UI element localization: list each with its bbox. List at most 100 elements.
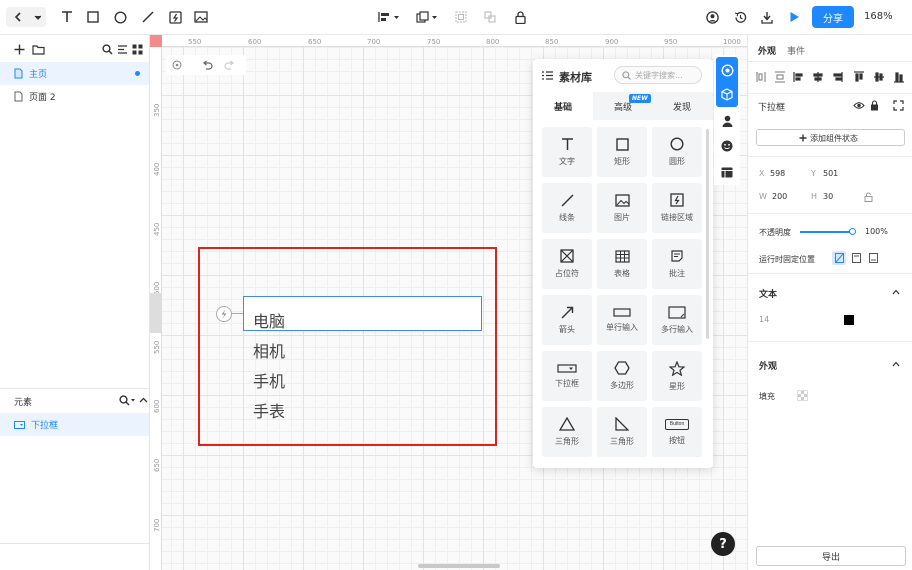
x-input[interactable]: 598 <box>770 169 785 178</box>
lock-button[interactable] <box>509 7 531 27</box>
preview-button[interactable] <box>783 7 805 27</box>
search-pages-button[interactable] <box>101 42 113 56</box>
group-button[interactable] <box>450 7 472 27</box>
export-button[interactable]: 导出 <box>756 546 906 566</box>
asset-multi-line-input[interactable]: 多行输入 <box>652 295 702 345</box>
asset-image[interactable]: 图片 <box>597 183 647 233</box>
share-button[interactable]: 分享 <box>812 6 854 28</box>
redo-button[interactable] <box>222 59 236 71</box>
rail-cube-button[interactable] <box>718 85 736 103</box>
lock-icon[interactable] <box>870 100 879 111</box>
download-button[interactable] <box>756 7 778 27</box>
fullscreen-icon[interactable] <box>893 100 904 111</box>
eye-icon[interactable] <box>853 101 865 110</box>
line-tool-button[interactable] <box>137 7 159 27</box>
rail-person-button[interactable] <box>718 112 736 130</box>
dropdown-option-selected[interactable]: 电脑 <box>253 308 285 332</box>
grid-view-button[interactable] <box>131 42 143 56</box>
aspect-lock-icon[interactable] <box>864 192 873 202</box>
link-area-tool-button[interactable] <box>164 7 186 27</box>
asset-triangle[interactable]: 三角形 <box>542 407 592 457</box>
asset-annotation[interactable]: 批注 <box>652 239 702 289</box>
asset-dropdown[interactable]: 下拉框 <box>542 351 592 401</box>
tab-advanced[interactable]: 高级 NEW <box>593 92 653 120</box>
asset-star[interactable]: 星形 <box>652 351 702 401</box>
rectangle-tool-button[interactable] <box>82 7 104 27</box>
add-component-state-button[interactable]: 添加组件状态 <box>756 129 905 146</box>
asset-line[interactable]: 线条 <box>542 183 592 233</box>
fill-color-swatch[interactable] <box>797 390 808 401</box>
text-tool-button[interactable] <box>56 7 78 27</box>
opacity-slider-handle[interactable] <box>849 228 856 235</box>
interaction-trigger-button[interactable] <box>216 306 232 322</box>
fixed-none-button[interactable] <box>832 251 846 265</box>
asset-single-line-input[interactable]: 单行输入 <box>597 295 647 345</box>
opacity-value[interactable]: 100% <box>865 227 888 236</box>
asset-rectangle[interactable]: 矩形 <box>597 127 647 177</box>
tab-appearance[interactable]: 外观 <box>758 44 776 57</box>
zoom-level-dropdown[interactable]: 168% <box>864 11 893 22</box>
asset-table[interactable]: 表格 <box>597 239 647 289</box>
alignment-toolbar-icons[interactable] <box>756 71 906 83</box>
rail-template-button[interactable] <box>718 163 736 181</box>
asset-arrow[interactable]: 箭头 <box>542 295 592 345</box>
search-elements-button[interactable] <box>117 394 137 406</box>
fixed-top-button[interactable] <box>849 251 863 265</box>
collapse-elements-button[interactable] <box>138 394 148 406</box>
height-input[interactable]: 30 <box>823 192 833 201</box>
circle-tool-button[interactable] <box>109 7 131 27</box>
align-dropdown-button[interactable] <box>376 7 402 27</box>
dropdown-option[interactable]: 相机 <box>253 338 285 362</box>
help-button[interactable]: ? <box>711 532 735 556</box>
dropdown-option[interactable]: 手表 <box>253 398 285 422</box>
tab-basic[interactable]: 基础 <box>533 92 593 120</box>
rail-components-button[interactable] <box>718 61 736 79</box>
add-page-button[interactable] <box>12 42 26 56</box>
horizontal-scrollbar[interactable] <box>418 564 500 568</box>
page-item-home[interactable]: 主页 <box>0 62 149 85</box>
rail-emoji-button[interactable] <box>718 137 736 155</box>
fixed-bottom-button[interactable] <box>866 251 880 265</box>
ungroup-button[interactable] <box>479 7 501 27</box>
h-label: H <box>811 192 818 201</box>
asset-right-triangle[interactable]: 三角形 <box>597 407 647 457</box>
asset-polygon[interactable]: 多边形 <box>597 351 647 401</box>
lightning-box-icon <box>168 10 182 24</box>
tab-discover[interactable]: 发现 <box>653 92 713 120</box>
asset-button[interactable]: Button 按钮 <box>652 407 702 457</box>
font-size-input[interactable]: 14 <box>759 315 769 324</box>
asset-text[interactable]: 文字 <box>542 127 592 177</box>
arrange-dropdown-button[interactable] <box>414 7 440 27</box>
target-icon <box>172 60 182 70</box>
asset-category-rail <box>714 55 740 185</box>
width-input[interactable]: 200 <box>772 192 787 201</box>
asset-label: 线条 <box>559 212 575 222</box>
dropdown-option[interactable]: 手机 <box>253 368 285 392</box>
back-dropdown-button[interactable] <box>6 7 46 27</box>
history-button[interactable] <box>729 7 751 27</box>
chevron-up-icon[interactable] <box>892 289 900 295</box>
opacity-slider[interactable] <box>800 228 856 235</box>
y-input[interactable]: 501 <box>823 169 838 178</box>
opacity-slider-fill <box>800 231 853 233</box>
asset-scrollbar[interactable] <box>706 129 709 339</box>
target-button[interactable] <box>170 59 184 71</box>
asset-placeholder[interactable]: 占位符 <box>542 239 592 289</box>
x-label: X <box>759 169 765 178</box>
asset-search-input[interactable]: 关键字搜索... <box>614 66 702 84</box>
text-color-swatch[interactable] <box>844 315 854 325</box>
element-item-dropdown[interactable]: 下拉框 <box>0 413 149 436</box>
tab-events[interactable]: 事件 <box>787 44 805 57</box>
grid-icon <box>132 44 142 54</box>
undo-button[interactable] <box>200 59 214 71</box>
account-button[interactable] <box>701 7 723 27</box>
add-folder-button[interactable] <box>31 42 45 56</box>
asset-link-area[interactable]: 链接区域 <box>652 183 702 233</box>
asset-circle[interactable]: 圆形 <box>652 127 702 177</box>
horizontal-ruler: 550 600 650 700 750 800 850 900 950 1000 <box>150 35 747 47</box>
page-item-page2[interactable]: 页面 2 <box>0 85 149 108</box>
chevron-up-icon[interactable] <box>892 361 900 367</box>
sort-pages-button[interactable] <box>116 42 128 56</box>
image-tool-button[interactable] <box>190 7 212 27</box>
appearance-section-title: 外观 <box>759 362 778 372</box>
